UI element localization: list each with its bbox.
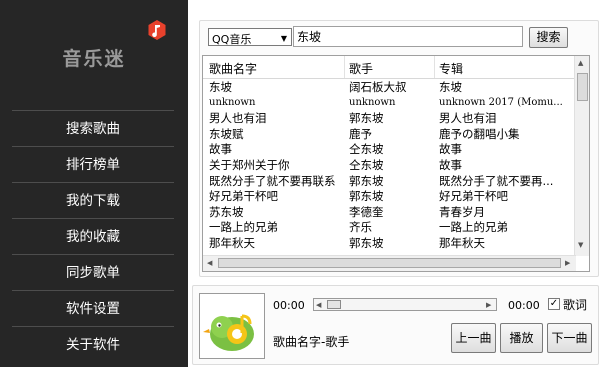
artist-cell: 鹿予	[349, 126, 372, 141]
app-title: 音乐迷	[62, 48, 126, 70]
artist-cell: unknown	[349, 96, 396, 108]
album-cell: unknown 2017 (Momu...	[439, 96, 563, 108]
chevron-down-icon: ▼	[280, 34, 287, 43]
sidebar-item[interactable]: 软件设置	[12, 290, 174, 326]
horizontal-scroll-thumb[interactable]	[218, 258, 561, 268]
artist-cell: 郭东坡	[349, 111, 384, 126]
now-playing-text: 歌曲名字-歌手	[273, 335, 350, 349]
song-name-cell: 一路上的兄弟	[209, 220, 278, 235]
album-cell: 既然分手了就不要再...	[439, 173, 554, 188]
time-total: 00:00	[508, 299, 540, 312]
table-header: 歌曲名字 歌手 专辑	[203, 56, 576, 79]
artist-cell: 李德奎	[349, 204, 384, 219]
sidebar: 音乐迷 搜索歌曲 排行榜单 我的下载 我的收藏 同步歌单 软件设置 关于软件	[0, 0, 188, 367]
search-button[interactable]: 搜索	[529, 27, 568, 48]
table-row[interactable]: unknown unknown unknown 2017 (Momu...	[203, 95, 576, 111]
song-name-cell: 苏东坡	[209, 204, 244, 219]
seek-forward-icon[interactable]: ▶	[486, 301, 491, 309]
table-row[interactable]: 苏东坡 李德奎 青春岁月	[203, 204, 576, 220]
artist-cell: 阔石板大叔	[349, 80, 407, 94]
table-row[interactable]: 既然分手了就不要再联系 郭东坡 既然分手了就不要再...	[203, 173, 576, 189]
play-button[interactable]: 播放	[500, 323, 543, 353]
header-album[interactable]: 专辑	[439, 60, 463, 77]
table-row[interactable]: 那年秋天 郭东坡 那年秋天	[203, 235, 576, 251]
progress-thumb[interactable]	[327, 300, 341, 309]
sidebar-item[interactable]: 我的收藏	[12, 218, 174, 254]
scroll-right-icon[interactable]: ▶	[565, 259, 570, 267]
artist-cell: 郭东坡	[349, 173, 384, 188]
song-name-cell: 关于郑州关于你	[209, 157, 290, 172]
artist-cell: 齐乐	[349, 220, 372, 235]
artist-cell: 仝东坡	[349, 157, 384, 172]
table-row[interactable]: 东坡赋 鹿予 鹿予の翻唱小集	[203, 126, 576, 142]
table-row[interactable]: 关于郑州关于你 仝东坡 故事	[203, 157, 576, 173]
vertical-scroll-thumb[interactable]	[577, 73, 588, 101]
sidebar-item[interactable]: 排行榜单	[12, 146, 174, 182]
album-cell: 好兄弟干杯吧	[439, 189, 508, 204]
artist-cell: 郭东坡	[349, 235, 384, 250]
song-name-cell: 故事	[209, 142, 232, 157]
table-row[interactable]: 一路上的兄弟 齐乐 一路上的兄弟	[203, 219, 576, 235]
song-name-cell: 那年秋天	[209, 235, 255, 250]
song-name-cell: 既然分手了就不要再联系	[209, 173, 336, 188]
song-name-cell: 好兄弟干杯吧	[209, 189, 278, 204]
sidebar-item[interactable]: 关于软件	[12, 326, 174, 362]
table-row[interactable]: 男人也有泪 郭东坡 男人也有泪	[203, 110, 576, 126]
album-cell: 那年秋天	[439, 235, 485, 250]
song-name-cell: 男人也有泪	[209, 111, 267, 126]
artist-cell: 仝东坡	[349, 142, 384, 157]
song-name-cell: unknown	[209, 96, 256, 108]
album-cell: 故事	[439, 157, 462, 172]
song-name-cell: 东坡	[209, 80, 232, 94]
table-row[interactable]: 故事 仝东坡 故事	[203, 141, 576, 157]
lyrics-checkbox[interactable]: ✓	[548, 298, 560, 310]
search-input[interactable]	[293, 26, 523, 47]
music-note-logo-icon	[148, 20, 166, 40]
scroll-up-icon[interactable]: ▲	[578, 59, 583, 67]
album-cell: 一路上的兄弟	[439, 220, 508, 235]
bird-music-icon	[203, 314, 254, 351]
progress-slider[interactable]: ◀ ▶	[313, 298, 497, 311]
prev-button[interactable]: 上一曲	[451, 323, 496, 353]
results-table: 歌曲名字 歌手 专辑 东坡 阔石板大叔 东坡 unknown unknown unknow…	[202, 55, 590, 272]
album-cell: 故事	[439, 142, 462, 157]
album-cell: 青春岁月	[439, 204, 485, 219]
album-cell: 男人也有泪	[439, 111, 497, 126]
horizontal-scrollbar[interactable]: ◀ ▶	[203, 255, 576, 271]
header-artist[interactable]: 歌手	[349, 60, 373, 77]
song-name-cell: 东坡赋	[209, 126, 244, 141]
table-row[interactable]: 好兄弟干杯吧 郭东坡 好兄弟干杯吧	[203, 188, 576, 204]
source-selected-value: QQ音乐	[212, 33, 252, 46]
source-select[interactable]: QQ音乐 ▼	[208, 28, 292, 46]
scroll-down-icon[interactable]: ▼	[578, 241, 583, 249]
album-cell: 东坡	[439, 80, 462, 94]
sidebar-nav: 搜索歌曲 排行榜单 我的下载 我的收藏 同步歌单 软件设置 关于软件	[12, 110, 174, 362]
next-button[interactable]: 下一曲	[547, 323, 592, 353]
table-row[interactable]: 东坡 阔石板大叔 东坡	[203, 79, 576, 95]
sidebar-item[interactable]: 我的下载	[12, 182, 174, 218]
time-current: 00:00	[273, 299, 305, 312]
album-cover	[199, 293, 265, 359]
scroll-left-icon[interactable]: ◀	[207, 259, 212, 267]
table-body: 东坡 阔石板大叔 东坡 unknown unknown unknown 2017 (Mom…	[203, 79, 576, 251]
album-cell: 鹿予の翻唱小集	[439, 126, 520, 141]
header-song-name[interactable]: 歌曲名字	[209, 60, 257, 77]
seek-back-icon[interactable]: ◀	[316, 301, 321, 309]
sidebar-item[interactable]: 搜索歌曲	[12, 110, 174, 146]
sidebar-item[interactable]: 同步歌单	[12, 254, 174, 290]
vertical-scrollbar[interactable]: ▲ ▼	[574, 56, 589, 256]
artist-cell: 郭东坡	[349, 189, 384, 204]
lyrics-label: 歌词	[563, 298, 588, 312]
